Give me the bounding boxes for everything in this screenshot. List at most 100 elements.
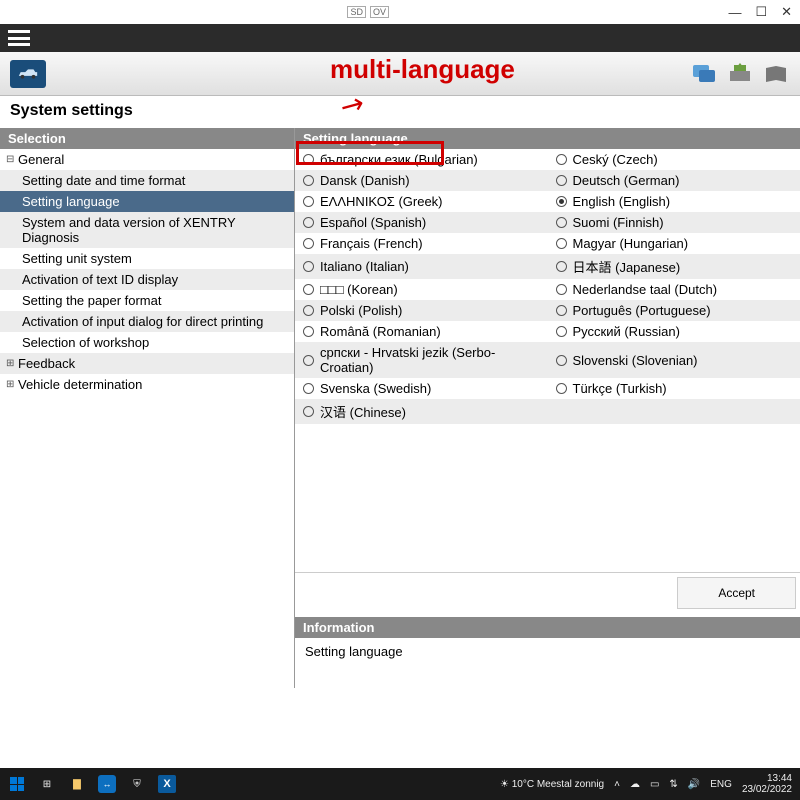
tree-item[interactable]: Setting date and time format <box>0 170 294 191</box>
language-label: Nederlandse taal (Dutch) <box>573 282 718 297</box>
language-label: Português (Portuguese) <box>573 303 711 318</box>
radio-icon[interactable] <box>303 238 314 249</box>
radio-icon[interactable] <box>303 383 314 394</box>
radio-icon[interactable] <box>303 355 314 366</box>
language-label: Suomi (Finnish) <box>573 215 664 230</box>
radio-icon[interactable] <box>303 406 314 417</box>
tray-cloud-icon[interactable]: ☁ <box>630 779 640 790</box>
expand-icon[interactable]: ⊞ <box>6 379 18 390</box>
language-option[interactable]: Dansk (Danish) <box>295 170 548 191</box>
radio-icon[interactable] <box>556 217 567 228</box>
language-label: Français (French) <box>320 236 423 251</box>
weather-widget[interactable]: ☀ 10°C Meestal zonnig <box>500 779 604 790</box>
maximize-button[interactable]: ☐ <box>755 4 767 20</box>
radio-icon[interactable] <box>556 326 567 337</box>
language-option[interactable]: Deutsch (German) <box>548 170 800 191</box>
minimize-button[interactable]: — <box>728 5 741 20</box>
radio-icon[interactable] <box>303 261 314 272</box>
language-option[interactable]: Polski (Polish) <box>295 300 548 321</box>
tray-battery-icon[interactable]: ▭ <box>650 779 659 790</box>
language-option[interactable]: Español (Spanish) <box>295 212 548 233</box>
tray-wifi-icon[interactable]: ⇅ <box>669 779 677 790</box>
language-option[interactable]: Русский (Russian) <box>548 321 800 342</box>
radio-icon[interactable] <box>556 284 567 295</box>
tree-item[interactable]: System and data version of XENTRY Diagno… <box>0 212 294 248</box>
teamviewer-icon[interactable]: ↔ <box>98 775 116 793</box>
language-option[interactable]: Slovenski (Slovenian) <box>548 342 800 378</box>
chat-icon[interactable] <box>690 62 718 86</box>
tree-item[interactable]: Setting language <box>0 191 294 212</box>
radio-icon[interactable] <box>556 196 567 207</box>
language-option[interactable]: Italiano (Italian) <box>295 254 548 279</box>
radio-icon[interactable] <box>303 196 314 207</box>
language-label: English (English) <box>573 194 671 209</box>
language-label: Dansk (Danish) <box>320 173 410 188</box>
language-option[interactable]: English (English) <box>548 191 800 212</box>
tree-group[interactable]: ⊞Feedback <box>0 353 294 374</box>
language-label: Español (Spanish) <box>320 215 426 230</box>
language-option[interactable]: □□□ (Korean) <box>295 279 548 300</box>
radio-icon[interactable] <box>303 154 314 165</box>
radio-icon[interactable] <box>556 305 567 316</box>
language-option[interactable]: Suomi (Finnish) <box>548 212 800 233</box>
print-icon[interactable] <box>726 62 754 86</box>
vehicle-icon[interactable] <box>10 60 46 88</box>
radio-icon[interactable] <box>556 383 567 394</box>
menubar <box>0 24 800 52</box>
language-option[interactable]: 汉语 (Chinese) <box>295 399 548 424</box>
start-button[interactable] <box>8 775 26 793</box>
language-label: Türkçe (Turkish) <box>573 381 667 396</box>
accept-button[interactable]: Accept <box>677 577 796 609</box>
tree-item[interactable]: Setting unit system <box>0 248 294 269</box>
language-label: 汉语 (Chinese) <box>320 402 406 421</box>
collapse-icon[interactable]: ⊟ <box>6 154 18 165</box>
radio-icon[interactable] <box>556 355 567 366</box>
language-option[interactable]: Română (Romanian) <box>295 321 548 342</box>
expand-icon[interactable]: ⊞ <box>6 358 18 369</box>
tree-group[interactable]: ⊞Vehicle determination <box>0 374 294 395</box>
tree-item[interactable]: Activation of text ID display <box>0 269 294 290</box>
language-option[interactable]: Français (French) <box>295 233 548 254</box>
language-label: Magyar (Hungarian) <box>573 236 689 251</box>
language-label: ΕΛΛΗΝΙΚΟΣ (Greek) <box>320 194 443 209</box>
taskbar-clock[interactable]: 13:44 23/02/2022 <box>742 773 792 795</box>
language-option[interactable]: српски - Hrvatski jezik (Serbo-Croatian) <box>295 342 548 378</box>
radio-icon[interactable] <box>303 175 314 186</box>
radio-icon[interactable] <box>303 284 314 295</box>
tree-item[interactable]: Selection of workshop <box>0 332 294 353</box>
language-option[interactable]: 日本語 (Japanese) <box>548 254 800 279</box>
radio-icon[interactable] <box>556 154 567 165</box>
tray-language[interactable]: ENG <box>710 779 732 790</box>
radio-icon[interactable] <box>303 326 314 337</box>
language-option[interactable]: Português (Portuguese) <box>548 300 800 321</box>
language-grid: български език (Bulgarian)Ceský (Czech) D… <box>295 149 800 572</box>
radio-icon[interactable] <box>303 217 314 228</box>
task-view-icon[interactable]: ⊞ <box>38 775 56 793</box>
tree-item[interactable]: Setting the paper format <box>0 290 294 311</box>
language-option[interactable]: Nederlandse taal (Dutch) <box>548 279 800 300</box>
radio-icon[interactable] <box>556 261 567 272</box>
radio-icon[interactable] <box>303 305 314 316</box>
language-option[interactable]: ΕΛΛΗΝΙΚΟΣ (Greek) <box>295 191 548 212</box>
tray-chevron-icon[interactable]: ˄ <box>614 779 620 790</box>
language-label: српски - Hrvatski jezik (Serbo-Croatian) <box>320 345 540 375</box>
hamburger-menu-icon[interactable] <box>8 30 30 46</box>
tree-group-label: Vehicle determination <box>18 377 142 392</box>
language-option[interactable]: Türkçe (Turkish) <box>548 378 800 399</box>
language-label: Deutsch (German) <box>573 173 680 188</box>
tree-item[interactable]: Activation of input dialog for direct pr… <box>0 311 294 332</box>
close-button[interactable]: ✕ <box>781 4 792 20</box>
radio-icon[interactable] <box>556 238 567 249</box>
shield-icon[interactable]: ⛨ <box>128 775 146 793</box>
language-option[interactable]: Ceský (Czech) <box>548 149 800 170</box>
tree-group[interactable]: ⊟General <box>0 149 294 170</box>
language-option[interactable]: български език (Bulgarian) <box>295 149 548 170</box>
language-option[interactable]: Magyar (Hungarian) <box>548 233 800 254</box>
language-option[interactable]: Svenska (Swedish) <box>295 378 548 399</box>
app-x-icon[interactable]: X <box>158 775 176 793</box>
file-explorer-icon[interactable]: ▇ <box>68 775 86 793</box>
radio-icon[interactable] <box>556 175 567 186</box>
language-label: Русский (Russian) <box>573 324 680 339</box>
tray-volume-icon[interactable]: 🔊 <box>688 779 700 790</box>
book-icon[interactable] <box>762 62 790 86</box>
